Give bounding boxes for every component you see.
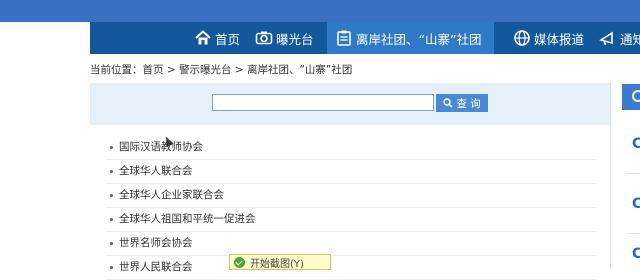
home-icon — [195, 30, 211, 45]
top-banner-strip — [0, 0, 640, 22]
nav-label-media: 媒体报道 — [534, 31, 585, 47]
search-icon — [443, 98, 453, 108]
list-item[interactable]: 世界名师会协会 — [106, 232, 596, 256]
organization-list: 国际汉语教师协会 全球华人联合会 全球华人企业家联合会 全球华人祖国和平统一促进… — [106, 136, 596, 280]
sidebar-separator — [626, 173, 640, 174]
bullet-dot — [110, 242, 113, 245]
sidebar-link[interactable]: C — [632, 136, 640, 152]
bullet-dot — [110, 146, 113, 149]
list-item[interactable]: 全球华人祖国和平统一促进会 — [106, 208, 596, 232]
clock-icon — [632, 90, 640, 102]
search-panel: 查 询 — [90, 83, 610, 125]
list-item-label[interactable]: 全球华人联合会 — [119, 160, 193, 183]
nav-label-home: 首页 — [215, 31, 241, 47]
bullet-dot — [110, 218, 113, 221]
list-item-label[interactable]: 全球华人祖国和平统一促进会 — [119, 208, 256, 231]
bullet-dot — [110, 194, 113, 197]
search-input[interactable] — [212, 94, 434, 111]
clipboard-icon — [337, 30, 351, 46]
sidebar-separator — [626, 233, 640, 234]
list-item[interactable]: 国际汉语教师协会 — [106, 136, 596, 160]
check-icon — [234, 256, 245, 268]
list-item[interactable]: 世界人民联合会 — [106, 256, 596, 280]
bullet-dot — [110, 170, 113, 173]
megaphone-icon — [599, 31, 613, 46]
nav-label-notice: 通知 — [620, 31, 640, 47]
sidebar-link[interactable]: C — [632, 196, 640, 212]
search-button-label: 查 询 — [456, 97, 481, 110]
nav-label-offshore-groups: 离岸社团、“山寨”社团 — [356, 31, 482, 47]
content-divider — [610, 83, 611, 268]
camera-icon — [255, 31, 273, 45]
sidebar-link[interactable]: C — [632, 246, 640, 262]
nav-item-notice[interactable]: 通知 — [599, 22, 640, 54]
list-item-label[interactable]: 世界名师会协会 — [119, 232, 193, 255]
main-navbar: 首页 曝光台 离岸社团、“山寨”社团 媒体报道 通知 — [90, 22, 640, 54]
nav-item-home[interactable]: 首页 — [194, 22, 240, 54]
nav-item-offshore-groups[interactable]: 离岸社团、“山寨”社团 — [327, 22, 494, 54]
search-button[interactable]: 查 询 — [436, 94, 488, 112]
nav-item-exposure[interactable]: 曝光台 — [255, 22, 314, 54]
list-item[interactable]: 全球华人企业家联合会 — [106, 184, 596, 208]
globe-icon — [514, 30, 530, 46]
nav-label-exposure: 曝光台 — [276, 31, 314, 47]
list-item-label[interactable]: 国际汉语教师协会 — [119, 136, 203, 159]
tooltip-label: 开始截图(Y) — [250, 258, 304, 270]
nav-item-media[interactable]: 媒体报道 — [513, 22, 584, 54]
list-item-label[interactable]: 全球华人企业家联合会 — [119, 184, 224, 207]
list-item[interactable]: 全球华人联合会 — [106, 160, 596, 184]
breadcrumb: 当前位置：首页 > 警示曝光台 > 离岸社团、“山寨”社团 — [90, 64, 353, 76]
